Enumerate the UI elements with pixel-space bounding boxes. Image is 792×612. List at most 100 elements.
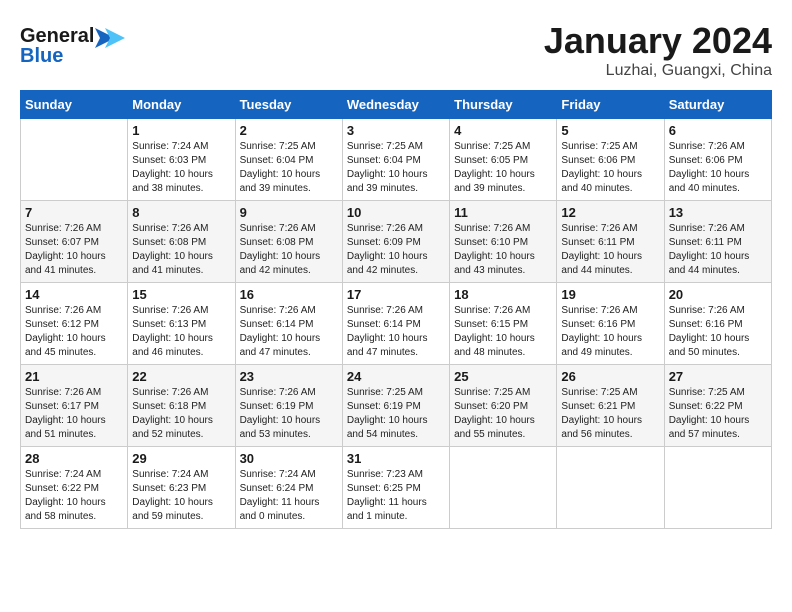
day-info: Sunrise: 7:25 AM Sunset: 6:21 PM Dayligh… xyxy=(561,386,659,442)
day-info: Sunrise: 7:26 AM Sunset: 6:14 PM Dayligh… xyxy=(347,304,445,360)
day-info: Sunrise: 7:26 AM Sunset: 6:08 PM Dayligh… xyxy=(132,222,230,278)
calendar-cell: 11 Sunrise: 7:26 AM Sunset: 6:10 PM Dayli… xyxy=(450,201,557,283)
day-number: 29 xyxy=(132,451,230,466)
day-number: 9 xyxy=(240,205,338,220)
day-number: 21 xyxy=(25,369,123,384)
calendar-week-1: 1Sunrise: 7:24 AM Sunset: 6:03 PM Daylig… xyxy=(21,119,772,201)
day-info: Sunrise: 7:25 AM Sunset: 6:04 PM Dayligh… xyxy=(347,140,445,196)
day-info: Sunrise: 7:24 AM Sunset: 6:24 PM Dayligh… xyxy=(240,468,338,524)
day-number: 11 xyxy=(454,205,552,220)
calendar-cell xyxy=(557,447,664,529)
day-number: 7 xyxy=(25,205,123,220)
header-friday: Friday xyxy=(557,91,664,119)
day-info: Sunrise: 7:26 AM Sunset: 6:12 PM Dayligh… xyxy=(25,304,123,360)
calendar-cell: 28Sunrise: 7:24 AM Sunset: 6:22 PM Dayli… xyxy=(21,447,128,529)
calendar-cell: 4 Sunrise: 7:25 AM Sunset: 6:05 PM Daylig… xyxy=(450,119,557,201)
calendar-cell: 9 Sunrise: 7:26 AM Sunset: 6:08 PM Daylig… xyxy=(235,201,342,283)
day-info: Sunrise: 7:25 AM Sunset: 6:20 PM Dayligh… xyxy=(454,386,552,442)
day-number: 20 xyxy=(669,287,767,302)
day-number: 4 xyxy=(454,123,552,138)
calendar-cell: 13 Sunrise: 7:26 AM Sunset: 6:11 PM Dayli… xyxy=(664,201,771,283)
day-info: Sunrise: 7:26 AM Sunset: 6:16 PM Dayligh… xyxy=(669,304,767,360)
calendar-cell: 23 Sunrise: 7:26 AM Sunset: 6:19 PM Dayli… xyxy=(235,365,342,447)
calendar-cell: 19Sunrise: 7:26 AM Sunset: 6:16 PM Dayli… xyxy=(557,283,664,365)
day-info: Sunrise: 7:26 AM Sunset: 6:08 PM Dayligh… xyxy=(240,222,338,278)
day-info: Sunrise: 7:25 AM Sunset: 6:04 PM Dayligh… xyxy=(240,140,338,196)
day-number: 17 xyxy=(347,287,445,302)
day-number: 5 xyxy=(561,123,659,138)
day-number: 15 xyxy=(132,287,230,302)
calendar-cell: 12Sunrise: 7:26 AM Sunset: 6:11 PM Dayli… xyxy=(557,201,664,283)
calendar-header-row: SundayMondayTuesdayWednesdayThursdayFrid… xyxy=(21,91,772,119)
logo-text: General Blue xyxy=(20,20,130,75)
day-info: Sunrise: 7:26 AM Sunset: 6:19 PM Dayligh… xyxy=(240,386,338,442)
day-info: Sunrise: 7:25 AM Sunset: 6:19 PM Dayligh… xyxy=(347,386,445,442)
header-tuesday: Tuesday xyxy=(235,91,342,119)
calendar-week-2: 7 Sunrise: 7:26 AM Sunset: 6:07 PM Daylig… xyxy=(21,201,772,283)
day-info: Sunrise: 7:26 AM Sunset: 6:07 PM Dayligh… xyxy=(25,222,123,278)
calendar-week-4: 21 Sunrise: 7:26 AM Sunset: 6:17 PM Dayli… xyxy=(21,365,772,447)
calendar-cell: 29Sunrise: 7:24 AM Sunset: 6:23 PM Dayli… xyxy=(128,447,235,529)
calendar-cell: 18Sunrise: 7:26 AM Sunset: 6:15 PM Dayli… xyxy=(450,283,557,365)
logo: General Blue xyxy=(20,20,130,75)
day-number: 10 xyxy=(347,205,445,220)
header-wednesday: Wednesday xyxy=(342,91,449,119)
header-saturday: Saturday xyxy=(664,91,771,119)
calendar-cell: 21 Sunrise: 7:26 AM Sunset: 6:17 PM Dayli… xyxy=(21,365,128,447)
calendar-cell: 7 Sunrise: 7:26 AM Sunset: 6:07 PM Daylig… xyxy=(21,201,128,283)
calendar-cell: 25 Sunrise: 7:25 AM Sunset: 6:20 PM Dayli… xyxy=(450,365,557,447)
day-number: 25 xyxy=(454,369,552,384)
day-number: 6 xyxy=(669,123,767,138)
header-sunday: Sunday xyxy=(21,91,128,119)
day-info: Sunrise: 7:26 AM Sunset: 6:10 PM Dayligh… xyxy=(454,222,552,278)
location-subtitle: Luzhai, Guangxi, China xyxy=(544,62,772,80)
day-number: 3 xyxy=(347,123,445,138)
header-monday: Monday xyxy=(128,91,235,119)
title-block: January 2024 Luzhai, Guangxi, China xyxy=(544,20,772,80)
day-number: 23 xyxy=(240,369,338,384)
day-info: Sunrise: 7:25 AM Sunset: 6:06 PM Dayligh… xyxy=(561,140,659,196)
day-number: 2 xyxy=(240,123,338,138)
day-info: Sunrise: 7:26 AM Sunset: 6:09 PM Dayligh… xyxy=(347,222,445,278)
calendar-cell: 16 Sunrise: 7:26 AM Sunset: 6:14 PM Dayli… xyxy=(235,283,342,365)
calendar-cell: 22 Sunrise: 7:26 AM Sunset: 6:18 PM Dayli… xyxy=(128,365,235,447)
calendar-table: SundayMondayTuesdayWednesdayThursdayFrid… xyxy=(20,90,772,529)
calendar-cell xyxy=(664,447,771,529)
day-number: 22 xyxy=(132,369,230,384)
calendar-cell: 17 Sunrise: 7:26 AM Sunset: 6:14 PM Dayli… xyxy=(342,283,449,365)
day-number: 1 xyxy=(132,123,230,138)
day-info: Sunrise: 7:26 AM Sunset: 6:18 PM Dayligh… xyxy=(132,386,230,442)
calendar-cell: 5 Sunrise: 7:25 AM Sunset: 6:06 PM Daylig… xyxy=(557,119,664,201)
calendar-cell: 30Sunrise: 7:24 AM Sunset: 6:24 PM Dayli… xyxy=(235,447,342,529)
svg-text:Blue: Blue xyxy=(20,45,63,67)
day-info: Sunrise: 7:25 AM Sunset: 6:05 PM Dayligh… xyxy=(454,140,552,196)
day-number: 13 xyxy=(669,205,767,220)
day-info: Sunrise: 7:26 AM Sunset: 6:11 PM Dayligh… xyxy=(669,222,767,278)
calendar-cell: 31Sunrise: 7:23 AM Sunset: 6:25 PM Dayli… xyxy=(342,447,449,529)
calendar-cell xyxy=(450,447,557,529)
calendar-cell: 10 Sunrise: 7:26 AM Sunset: 6:09 PM Dayli… xyxy=(342,201,449,283)
page-header: General Blue January 2024 Luzhai, Guangx… xyxy=(20,20,772,80)
day-number: 16 xyxy=(240,287,338,302)
calendar-cell: 2 Sunrise: 7:25 AM Sunset: 6:04 PM Daylig… xyxy=(235,119,342,201)
calendar-cell: 27Sunrise: 7:25 AM Sunset: 6:22 PM Dayli… xyxy=(664,365,771,447)
calendar-cell: 24 Sunrise: 7:25 AM Sunset: 6:19 PM Dayli… xyxy=(342,365,449,447)
day-info: Sunrise: 7:26 AM Sunset: 6:17 PM Dayligh… xyxy=(25,386,123,442)
calendar-week-5: 28Sunrise: 7:24 AM Sunset: 6:22 PM Dayli… xyxy=(21,447,772,529)
day-number: 26 xyxy=(561,369,659,384)
header-thursday: Thursday xyxy=(450,91,557,119)
calendar-cell: 1Sunrise: 7:24 AM Sunset: 6:03 PM Daylig… xyxy=(128,119,235,201)
day-number: 12 xyxy=(561,205,659,220)
day-info: Sunrise: 7:24 AM Sunset: 6:22 PM Dayligh… xyxy=(25,468,123,524)
svg-text:General: General xyxy=(20,25,94,47)
day-info: Sunrise: 7:26 AM Sunset: 6:15 PM Dayligh… xyxy=(454,304,552,360)
day-number: 31 xyxy=(347,451,445,466)
calendar-cell: 6 Sunrise: 7:26 AM Sunset: 6:06 PM Daylig… xyxy=(664,119,771,201)
day-number: 8 xyxy=(132,205,230,220)
day-info: Sunrise: 7:26 AM Sunset: 6:06 PM Dayligh… xyxy=(669,140,767,196)
calendar-cell xyxy=(21,119,128,201)
day-info: Sunrise: 7:26 AM Sunset: 6:14 PM Dayligh… xyxy=(240,304,338,360)
calendar-cell: 20 Sunrise: 7:26 AM Sunset: 6:16 PM Dayli… xyxy=(664,283,771,365)
day-number: 27 xyxy=(669,369,767,384)
day-number: 24 xyxy=(347,369,445,384)
